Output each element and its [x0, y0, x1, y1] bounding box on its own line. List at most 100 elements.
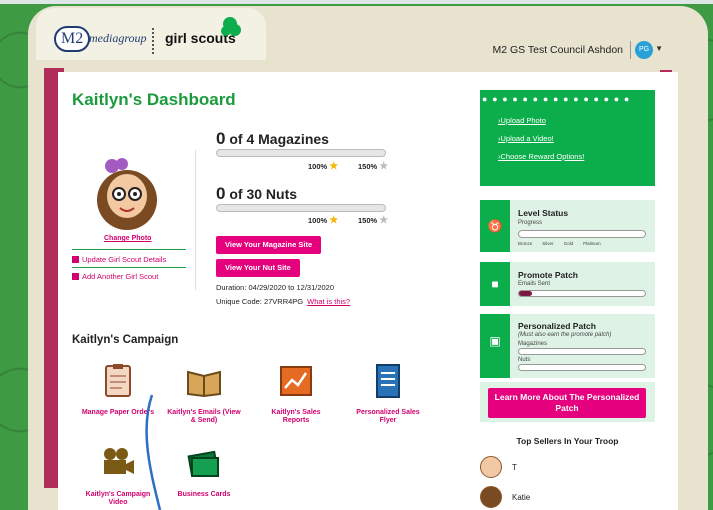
- view-magazine-site-button[interactable]: View Your Magazine Site: [216, 236, 322, 254]
- flyer-icon: [376, 364, 400, 398]
- personalized-patch-note: (Must also earn the promote patch): [518, 332, 612, 338]
- clipboard-icon: [105, 364, 131, 397]
- link-label: Upload Photo: [500, 116, 546, 125]
- trophy-icon: ♉: [480, 200, 510, 252]
- gear-icon: [72, 256, 79, 263]
- emails-tile[interactable]: Kaitlyn's Emails (View & Send): [166, 364, 242, 425]
- level-platinum: Platinum: [583, 241, 601, 246]
- nut-progress-bar: [216, 204, 386, 212]
- unique-code-value: Unique Code: 27VRR4PG: [216, 297, 304, 306]
- level-gold: Gold: [563, 241, 574, 246]
- promote-patch-sub: Emails Sent: [518, 281, 551, 287]
- sales-reports-tile[interactable]: Kaitlyn's Sales Reports: [258, 364, 334, 425]
- seller-avatar: [480, 456, 502, 478]
- level-progress-bar: [518, 230, 646, 238]
- page-title: Kaitlyn's Dashboard: [72, 90, 236, 109]
- photo-badge-icon: ▣: [480, 314, 510, 378]
- plus-icon: [72, 273, 79, 280]
- level-status-card: ♉ Level Status Progress Bronze Silver Go…: [480, 200, 655, 252]
- magazine-150-marker: 150% ★: [358, 161, 388, 172]
- nut-100-marker: 100% ★: [308, 215, 338, 226]
- logo-divider: [152, 28, 154, 54]
- dashboard-panel: Kaitlyn's Dashboard Change Photo Update …: [58, 72, 678, 510]
- view-nut-site-button[interactable]: View Your Nut Site: [216, 259, 300, 277]
- m2-logo[interactable]: M2: [54, 26, 91, 52]
- upload-video-link[interactable]: ›Upload a Video!: [498, 134, 554, 143]
- seller-row: T: [480, 456, 580, 480]
- emails-progress-fill: [519, 291, 532, 296]
- magazine-count: 0: [216, 129, 226, 148]
- seller-row: Katie: [480, 486, 580, 510]
- magazine-100-marker: 100% ★: [308, 161, 338, 172]
- magazine-progress-bar: [216, 149, 386, 157]
- divider: [72, 267, 186, 268]
- reward-options-link[interactable]: ›Choose Reward Options!: [498, 152, 584, 161]
- star-icon: ★: [329, 215, 339, 226]
- header-separator: [630, 41, 631, 59]
- change-photo-link[interactable]: Change Photo: [104, 235, 151, 242]
- tile-label: Kaitlyn's Sales Reports: [271, 409, 321, 424]
- tile-label: Manage Paper Orders: [81, 409, 155, 416]
- emails-progress-bar: [518, 290, 646, 297]
- top-sellers-title: Top Sellers In Your Troop: [516, 436, 619, 446]
- nuts-label: Nuts: [518, 357, 531, 363]
- business-cards-icon: [187, 450, 219, 477]
- magazines-label: Magazines: [518, 341, 548, 347]
- what-is-this-link[interactable]: What is this?: [307, 297, 350, 306]
- magazines-progress-bar: [518, 348, 646, 355]
- nut-goal-label: of 30 Nuts: [229, 186, 298, 202]
- sales-flyer-tile[interactable]: Personalized Sales Flyer: [350, 364, 426, 425]
- quick-links-box: ●●●●●●●●●●●●●●● ›Upload Photo ›Upload a …: [480, 90, 655, 186]
- divider: [72, 249, 186, 250]
- manage-paper-orders-tile[interactable]: Manage Paper Orders: [80, 364, 156, 417]
- pct-label: 100%: [308, 216, 328, 225]
- link-label: Upload a Video!: [500, 134, 554, 143]
- tile-label: Kaitlyn's Campaign Video: [85, 491, 151, 506]
- business-cards-tile[interactable]: Business Cards: [166, 446, 242, 499]
- star-icon: ★: [379, 215, 389, 226]
- chevron-down-icon[interactable]: ▼: [655, 44, 663, 53]
- chart-icon: [280, 366, 312, 396]
- level-labels: Bronze Silver Gold Platinum: [518, 241, 601, 246]
- add-girl-scout-link[interactable]: Add Another Girl Scout: [72, 272, 158, 281]
- pct-label: 100%: [308, 162, 328, 171]
- badge-icon: ■: [480, 262, 510, 306]
- star-icon: ★: [379, 161, 389, 172]
- nut-count: 0: [216, 184, 226, 203]
- upload-photo-link[interactable]: ›Upload Photo: [498, 116, 546, 125]
- level-bronze: Bronze: [518, 241, 533, 246]
- tile-label: Business Cards: [177, 491, 231, 498]
- video-camera-icon: [104, 448, 134, 474]
- mediagroup-logo-text: mediagroup: [89, 31, 147, 45]
- pct-label: 150%: [358, 216, 378, 225]
- campaign-video-tile[interactable]: Kaitlyn's Campaign Video: [80, 446, 156, 507]
- nut-goal: 0 of 30 Nuts: [216, 184, 297, 204]
- personalized-patch-title: Personalized Patch: [518, 321, 596, 331]
- promote-patch-title: Promote Patch: [518, 270, 578, 280]
- council-name: M2 GS Test Council Ashdon: [492, 44, 623, 56]
- learn-more-button[interactable]: Learn More About The Personalized Patch: [488, 388, 646, 418]
- browser-edge: [0, 0, 713, 4]
- trefoil-icon: [221, 17, 241, 36]
- tile-label: Personalized Sales Flyer: [356, 409, 420, 424]
- campaign-title: Kaitlyn's Campaign: [72, 334, 179, 346]
- dotted-border: ●●●●●●●●●●●●●●●: [482, 94, 635, 104]
- update-details-link[interactable]: Update Girl Scout Details: [72, 255, 166, 264]
- seller-avatar: [480, 486, 502, 508]
- personalized-patch-card: ▣ Personalized Patch (Must also earn the…: [480, 314, 655, 378]
- level-status-sub: Progress: [518, 220, 543, 226]
- update-details-label: Update Girl Scout Details: [82, 255, 167, 264]
- add-girl-scout-label: Add Another Girl Scout: [82, 272, 159, 281]
- star-icon: ★: [329, 161, 339, 172]
- magazine-goal: 0 of 4 Magazines: [216, 129, 329, 149]
- book-icon: [187, 370, 221, 398]
- seller-name: Katie: [512, 493, 531, 502]
- site-header: M2 mediagroup girl scouts M2 GS Test Cou…: [40, 14, 703, 66]
- column-divider: [195, 150, 196, 290]
- link-label: Choose Reward Options!: [500, 152, 585, 161]
- unique-code: Unique Code: 27VRR4PG What is this?: [216, 297, 350, 306]
- user-avatar[interactable]: PG: [635, 41, 653, 59]
- seller-name: T: [512, 463, 517, 472]
- campaign-duration: Duration: 04/29/2020 to 12/31/2020: [216, 283, 335, 292]
- pct-label: 150%: [358, 162, 378, 171]
